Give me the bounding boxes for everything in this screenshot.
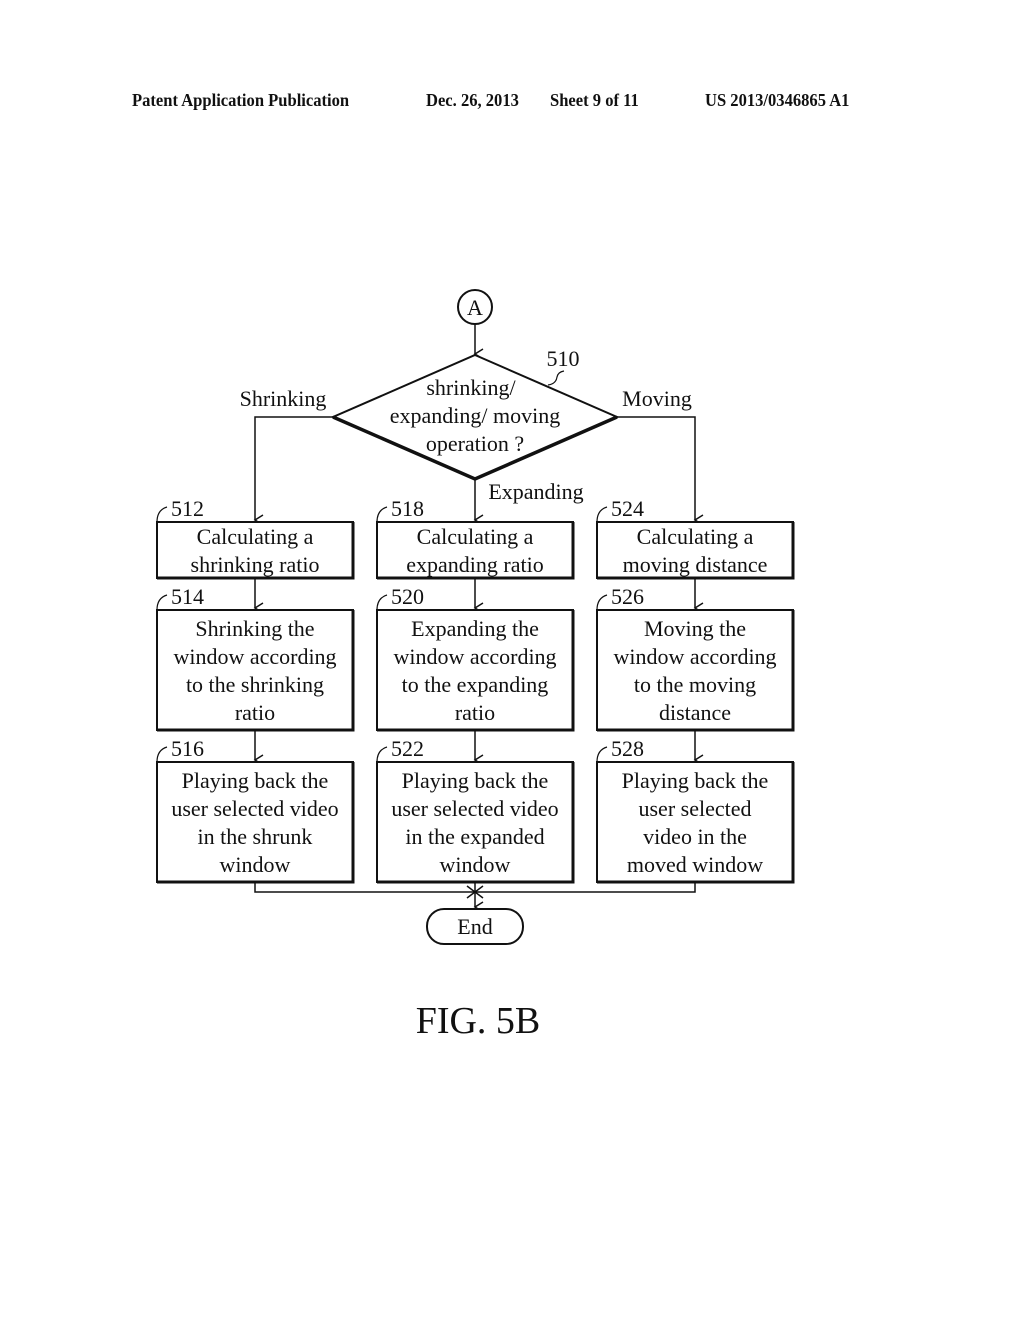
- process-text-line: Moving the: [644, 616, 746, 641]
- process-text-line: Shrinking the: [195, 616, 314, 641]
- ref-leader: [156, 594, 168, 611]
- connector-a: A: [457, 289, 493, 325]
- process-text-line: moved window: [627, 852, 763, 877]
- branch-label-shrinking: Shrinking: [240, 386, 327, 411]
- process-text-line: in the expanded: [405, 824, 544, 849]
- process-text-line: shrinking ratio: [191, 552, 320, 577]
- figure-label: FIG. 5B: [416, 1000, 541, 1042]
- step-ref-number: 514: [171, 584, 204, 609]
- step-ref-number: 524: [611, 496, 644, 521]
- process-text-line: user selected video: [171, 796, 338, 821]
- process-text-line: window according: [173, 644, 336, 669]
- step-ref-number: 512: [171, 496, 204, 521]
- process-text-line: window according: [613, 644, 776, 669]
- step-ref-number: 518: [391, 496, 424, 521]
- process-text-line: distance: [659, 700, 731, 725]
- branch-line-shrinking: [253, 416, 333, 526]
- ref-leader: [376, 594, 388, 611]
- connector-a-label: A: [467, 295, 483, 320]
- ref-leader: [596, 506, 608, 523]
- decision-line-2: expanding/ moving: [390, 403, 560, 428]
- process-text-line: user selected: [639, 796, 752, 821]
- process-text-line: to the expanding: [402, 672, 549, 697]
- process-text-line: in the shrunk: [198, 824, 313, 849]
- branch-label-moving: Moving: [622, 386, 692, 411]
- decision-line-3: operation ?: [426, 431, 524, 456]
- process-text-line: video in the: [643, 824, 747, 849]
- decision-ref: 510: [547, 346, 580, 371]
- end-label: End: [457, 914, 492, 939]
- process-text-line: expanding ratio: [406, 552, 543, 577]
- process-text-line: ratio: [455, 700, 495, 725]
- ref-leader: [376, 746, 388, 763]
- process-text-line: to the moving: [634, 672, 756, 697]
- step-ref-number: 516: [171, 736, 204, 761]
- step-ref-number: 528: [611, 736, 644, 761]
- step-ref-number: 526: [611, 584, 644, 609]
- ref-leader-510: [547, 370, 565, 386]
- process-text-line: Calculating a: [197, 524, 314, 549]
- process-text-line: Playing back the: [402, 768, 549, 793]
- ref-leader: [596, 746, 608, 763]
- process-text-line: moving distance: [623, 552, 768, 577]
- decision-510: shrinking/ expanding/ moving operation ?…: [330, 346, 620, 481]
- process-text-line: Playing back the: [182, 768, 329, 793]
- ref-leader: [156, 506, 168, 523]
- ref-leader: [596, 594, 608, 611]
- branch-label-expanding: Expanding: [488, 479, 583, 504]
- process-text-line: window: [440, 852, 511, 877]
- process-text-line: window according: [393, 644, 556, 669]
- process-text-line: window: [220, 852, 291, 877]
- process-text-line: Playing back the: [622, 768, 769, 793]
- process-text-line: Expanding the: [411, 616, 539, 641]
- step-ref-number: 520: [391, 584, 424, 609]
- process-text-line: Calculating a: [417, 524, 534, 549]
- process-text-line: to the shrinking: [186, 672, 324, 697]
- terminal-end: End: [426, 908, 524, 945]
- process-text-line: user selected video: [391, 796, 558, 821]
- step-ref-number: 522: [391, 736, 424, 761]
- ref-leader: [376, 506, 388, 523]
- flowchart: A shrinking/ expanding/ moving operation…: [156, 289, 795, 1042]
- ref-leader: [156, 746, 168, 763]
- process-text-line: ratio: [235, 700, 275, 725]
- process-text-line: Calculating a: [637, 524, 754, 549]
- decision-line-1: shrinking/: [426, 375, 516, 400]
